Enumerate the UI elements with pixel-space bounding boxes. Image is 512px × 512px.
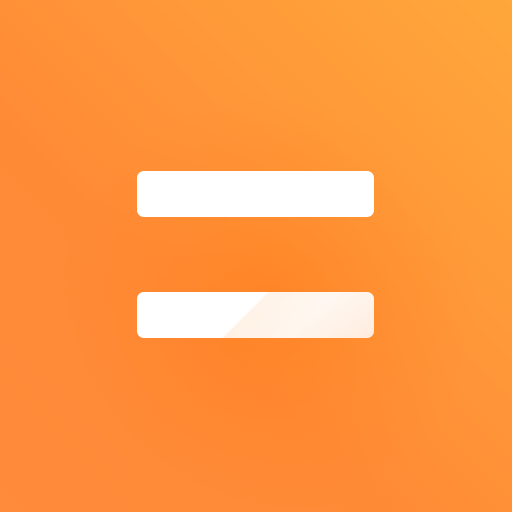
equals-bottom-bar [137,292,374,338]
equals-top-bar [137,171,374,217]
app-icon [0,0,512,512]
